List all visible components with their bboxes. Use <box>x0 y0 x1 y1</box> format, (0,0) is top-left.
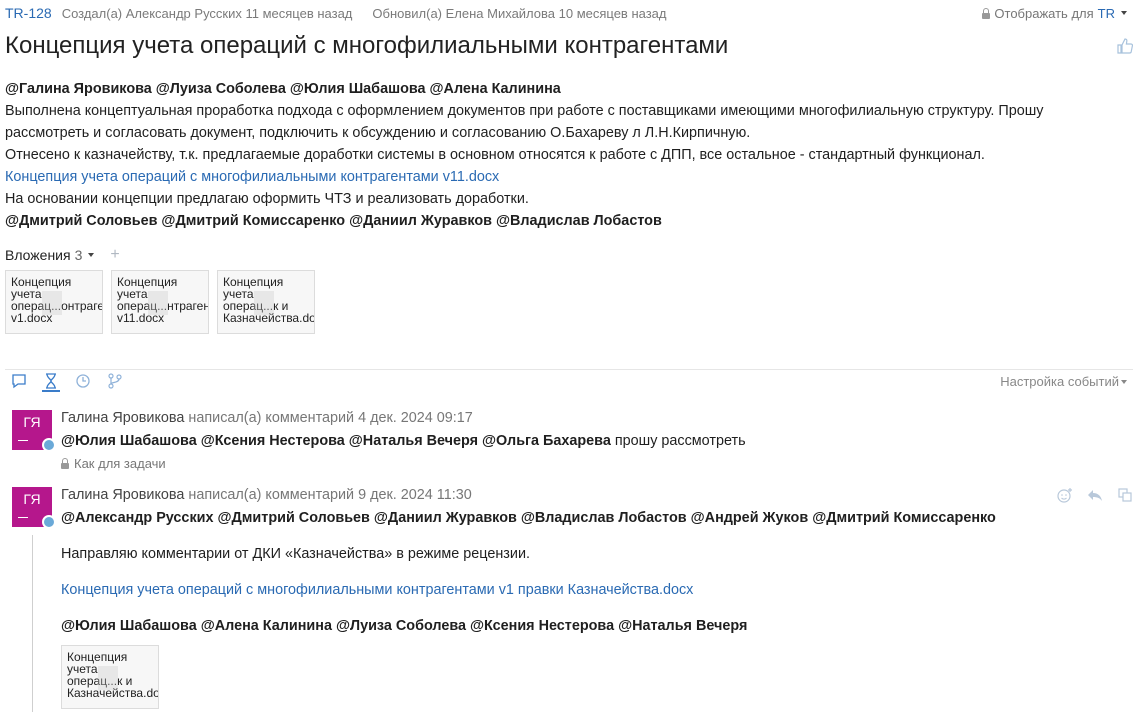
description-mentions-bottom[interactable]: @Дмитрий Соловьев @Дмитрий Комиссаренко … <box>5 210 1125 232</box>
lock-icon <box>61 458 69 469</box>
status-icon <box>42 438 56 452</box>
attachment-file[interactable]: Концепция учета операц...к и Казначейств… <box>217 270 315 334</box>
issue-description: @Галина Яровикова @Луиза Соболева @Юлия … <box>5 78 1125 232</box>
comment-date[interactable]: 4 дек. 2024 09:17 <box>358 410 473 426</box>
visibility-value: TR <box>1097 5 1115 21</box>
description-paragraph-2: Отнесено к казначейству, т.к. предлагаем… <box>5 147 985 163</box>
attachments-list: Концепция учета операц...онтрагентами v1… <box>5 270 315 334</box>
comment-permission-label: Как для задачи <box>74 456 166 471</box>
tab-comments[interactable] <box>10 372 28 390</box>
comment-body: @Александр Русских @Дмитрий Соловьев @Да… <box>61 509 1111 709</box>
comment-item: ГЯ Галина Яровикова написал(а) комментар… <box>12 410 1133 480</box>
issue-meta-bar: TR-128 Создал(а) Александр Русских 11 ме… <box>5 4 1133 22</box>
attachments-label: Вложения <box>5 247 71 263</box>
avatar-initials: ГЯ <box>23 491 41 507</box>
visibility-label: Отображать для <box>994 5 1094 21</box>
comment-author[interactable]: Галина Яровикова <box>61 487 184 503</box>
lock-icon <box>982 7 991 19</box>
comment-document-link[interactable]: Концепция учета операций с многофилиальн… <box>61 582 693 598</box>
chevron-down-icon <box>1121 11 1127 15</box>
avatar[interactable]: ГЯ <box>12 487 56 529</box>
created-info: Создал(а) Александр Русских 11 месяцев н… <box>61 5 353 21</box>
tab-branches[interactable] <box>106 372 124 390</box>
thread-line <box>32 535 33 712</box>
description-paragraph-3: На основании концепции предлагаю оформит… <box>5 191 529 207</box>
page-title: Концепция учета операций с многофилиальн… <box>5 32 729 59</box>
add-reaction-icon[interactable] <box>1057 487 1073 503</box>
comment-mentions-second[interactable]: @Юлия Шабашова @Алена Калинина @Луиза Со… <box>61 617 1111 635</box>
like-icon[interactable] <box>1117 38 1133 54</box>
events-settings-label: Настройка событий <box>1000 374 1119 389</box>
comment-body: @Юлия Шабашова @Ксения Нестерова @Наталь… <box>61 432 1111 450</box>
avatar[interactable]: ГЯ <box>12 410 56 452</box>
comment-header: Галина Яровикова написал(а) комментарий … <box>61 487 472 503</box>
updated-info: Обновил(а) Елена Михайлова 10 месяцев на… <box>372 5 667 21</box>
description-mentions-top[interactable]: @Галина Яровикова @Луиза Соболева @Юлия … <box>5 78 1125 100</box>
branch-icon <box>108 373 122 389</box>
chevron-down-icon[interactable] <box>88 253 95 257</box>
attachment-file[interactable]: Концепция учета операц...нтрагентами v11… <box>111 270 209 334</box>
comment-actions <box>1057 487 1133 503</box>
attachments-header: Вложения 3 + <box>5 246 120 264</box>
attachments-count: 3 <box>74 247 83 263</box>
section-divider <box>5 369 1133 370</box>
comment-date[interactable]: 9 дек. 2024 11:30 <box>358 487 472 503</box>
issue-key-link[interactable]: TR-128 <box>5 5 52 21</box>
comment-action: написал(а) комментарий <box>188 410 355 426</box>
avatar-initials: ГЯ <box>23 414 41 430</box>
avatar-underline <box>18 440 28 441</box>
comment-author[interactable]: Галина Яровикова <box>61 410 184 426</box>
comment-action: написал(а) комментарий <box>188 487 355 503</box>
activity-tabs <box>10 372 124 392</box>
description-document-link[interactable]: Концепция учета операций с многофилиальн… <box>5 169 499 185</box>
avatar-underline <box>18 517 28 518</box>
comment-mentions[interactable]: @Юлия Шабашова @Ксения Нестерова @Наталь… <box>61 433 611 449</box>
clock-icon <box>76 374 90 388</box>
description-paragraph-1: Выполнена концептуальная проработка подх… <box>5 103 1044 141</box>
hourglass-icon <box>46 373 56 389</box>
comment-text: Направляю комментарии от ДКИ «Казначейст… <box>61 546 530 562</box>
add-attachment-icon[interactable]: + <box>110 246 119 264</box>
events-settings-dropdown[interactable]: Настройка событий <box>1000 374 1133 389</box>
comment-text: прошу рассмотреть <box>614 433 746 449</box>
copy-icon[interactable] <box>1117 487 1133 503</box>
status-icon <box>42 515 56 529</box>
comment-icon <box>12 374 26 389</box>
comment-header: Галина Яровикова написал(а) комментарий … <box>61 410 473 426</box>
attachment-file[interactable]: Концепция учета операц...к и Казначейств… <box>61 645 159 709</box>
tab-history[interactable] <box>42 372 60 392</box>
comment-permission[interactable]: Как для задачи <box>61 456 166 471</box>
reply-icon[interactable] <box>1087 487 1103 503</box>
tab-worklog[interactable] <box>74 372 92 390</box>
comment-mentions[interactable]: @Александр Русских @Дмитрий Соловьев @Да… <box>61 509 1111 527</box>
attachment-file[interactable]: Концепция учета операц...онтрагентами v1… <box>5 270 103 334</box>
visibility-selector[interactable]: Отображать для TR <box>982 6 1133 21</box>
chevron-down-icon <box>1121 379 1127 384</box>
comment-item: ГЯ Галина Яровикова написал(а) комментар… <box>12 487 1133 712</box>
